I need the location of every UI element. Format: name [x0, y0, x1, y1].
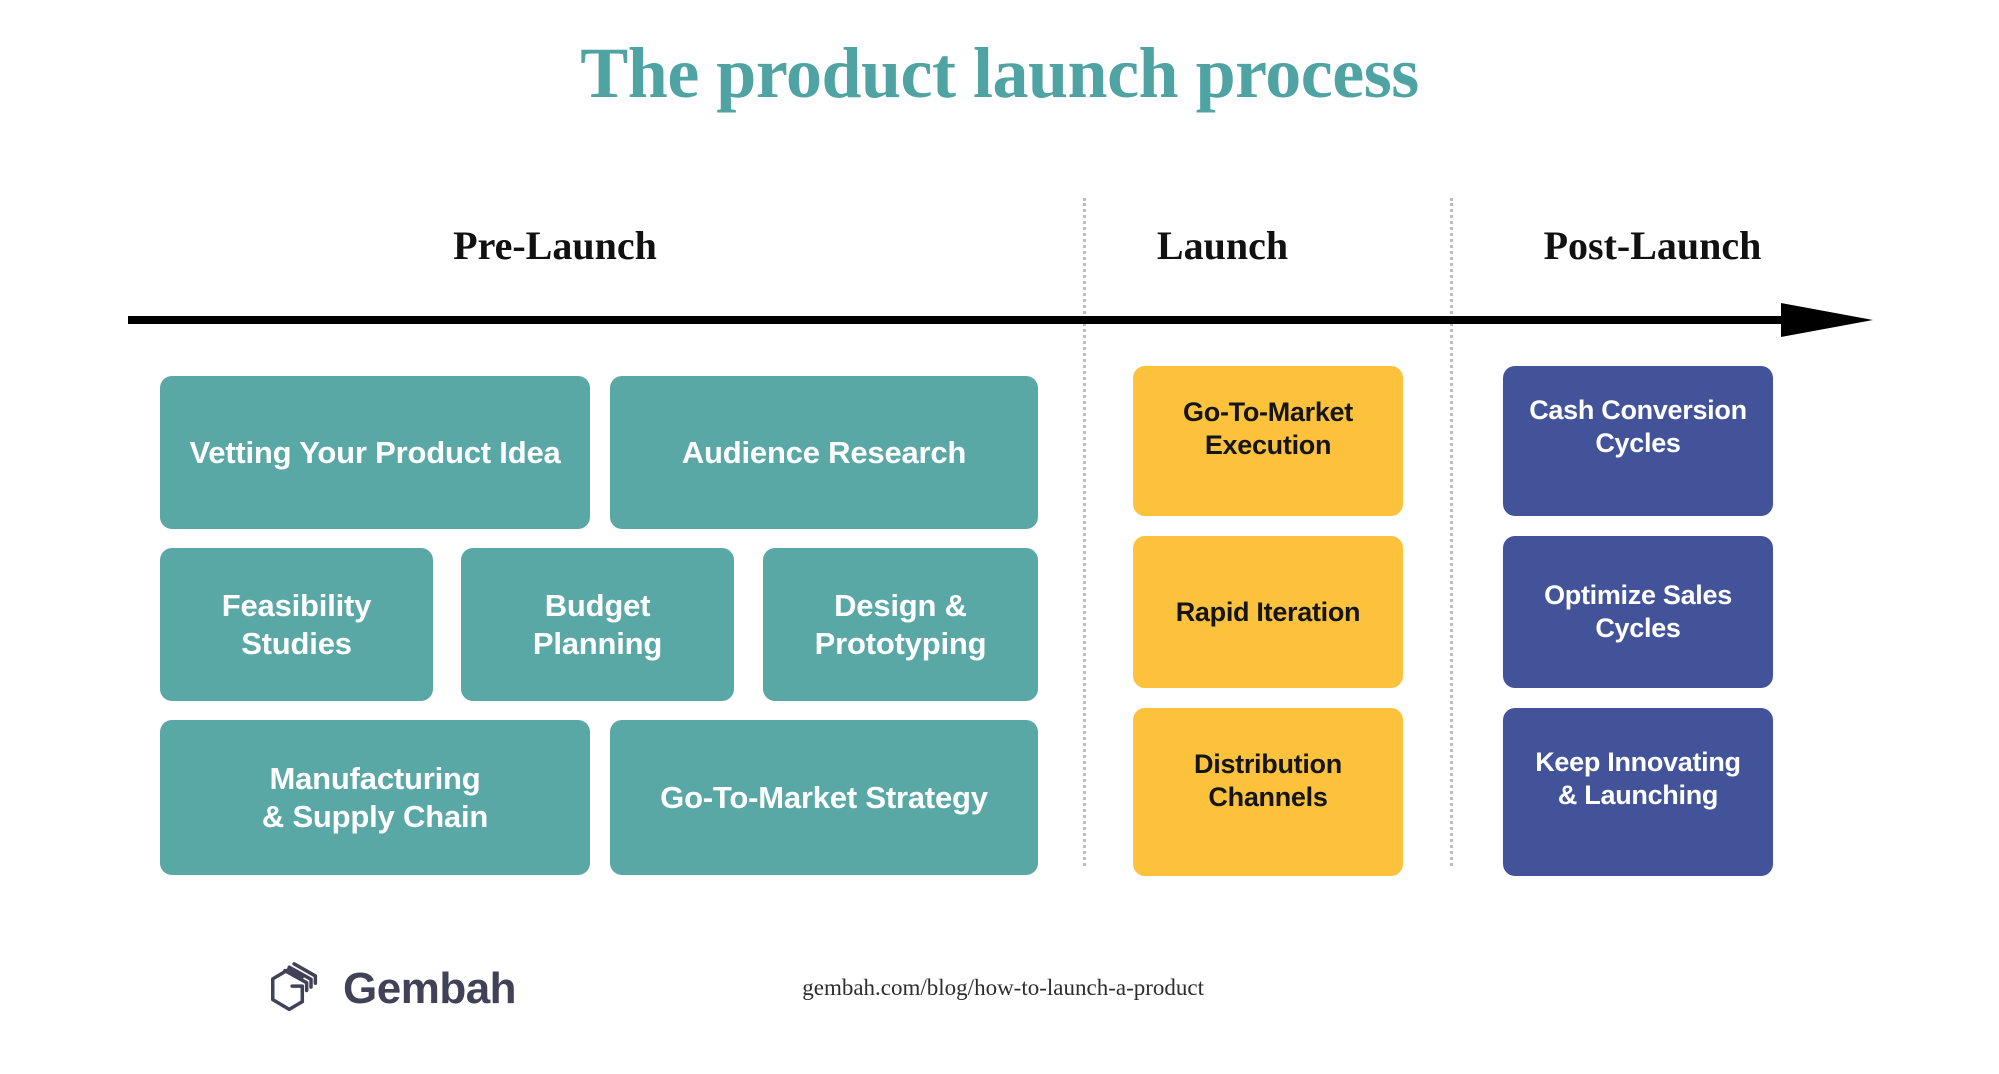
card-keep-innovating-launching[interactable]: Keep Innovating & Launching [1503, 708, 1773, 876]
phase-header-pre-launch: Pre-Launch [453, 223, 657, 268]
timeline-arrow-icon [128, 303, 1873, 337]
card-manufacturing-supply-chain[interactable]: Manufacturing & Supply Chain [160, 720, 590, 875]
card-feasibility-studies[interactable]: Feasibility Studies [160, 548, 433, 701]
card-audience-research[interactable]: Audience Research [610, 376, 1038, 529]
phase-header-launch: Launch [1156, 223, 1289, 268]
card-distribution-channels[interactable]: Distribution Channels [1133, 708, 1403, 876]
card-cash-conversion-cycles[interactable]: Cash Conversion Cycles [1503, 366, 1773, 516]
card-budget-planning[interactable]: Budget Planning [461, 548, 734, 701]
page-title: The product launch process [580, 33, 1419, 113]
phase-divider-pre-launch [1083, 198, 1086, 866]
card-vetting-your-product-idea[interactable]: Vetting Your Product Idea [160, 376, 590, 529]
phase-divider-launch [1450, 198, 1453, 866]
brand-name: Gembah [343, 964, 517, 1013]
phase-header-post-launch: Post-Launch [1543, 223, 1762, 268]
card-go-to-market-strategy[interactable]: Go-To-Market Strategy [610, 720, 1038, 875]
brand-logo: Gembah [265, 958, 517, 1020]
source-url: gembah.com/blog/how-to-launch-a-product [802, 975, 1204, 1000]
gembah-logo-icon [271, 962, 318, 1012]
diagram-canvas: The product launch process Pre-Launch La… [0, 0, 1999, 1074]
card-optimize-sales-cycles[interactable]: Optimize Sales Cycles [1503, 536, 1773, 688]
card-rapid-iteration[interactable]: Rapid Iteration [1133, 536, 1403, 688]
card-go-to-market-execution[interactable]: Go-To-Market Execution [1133, 366, 1403, 516]
card-design-and-prototyping[interactable]: Design & Prototyping [763, 548, 1038, 701]
